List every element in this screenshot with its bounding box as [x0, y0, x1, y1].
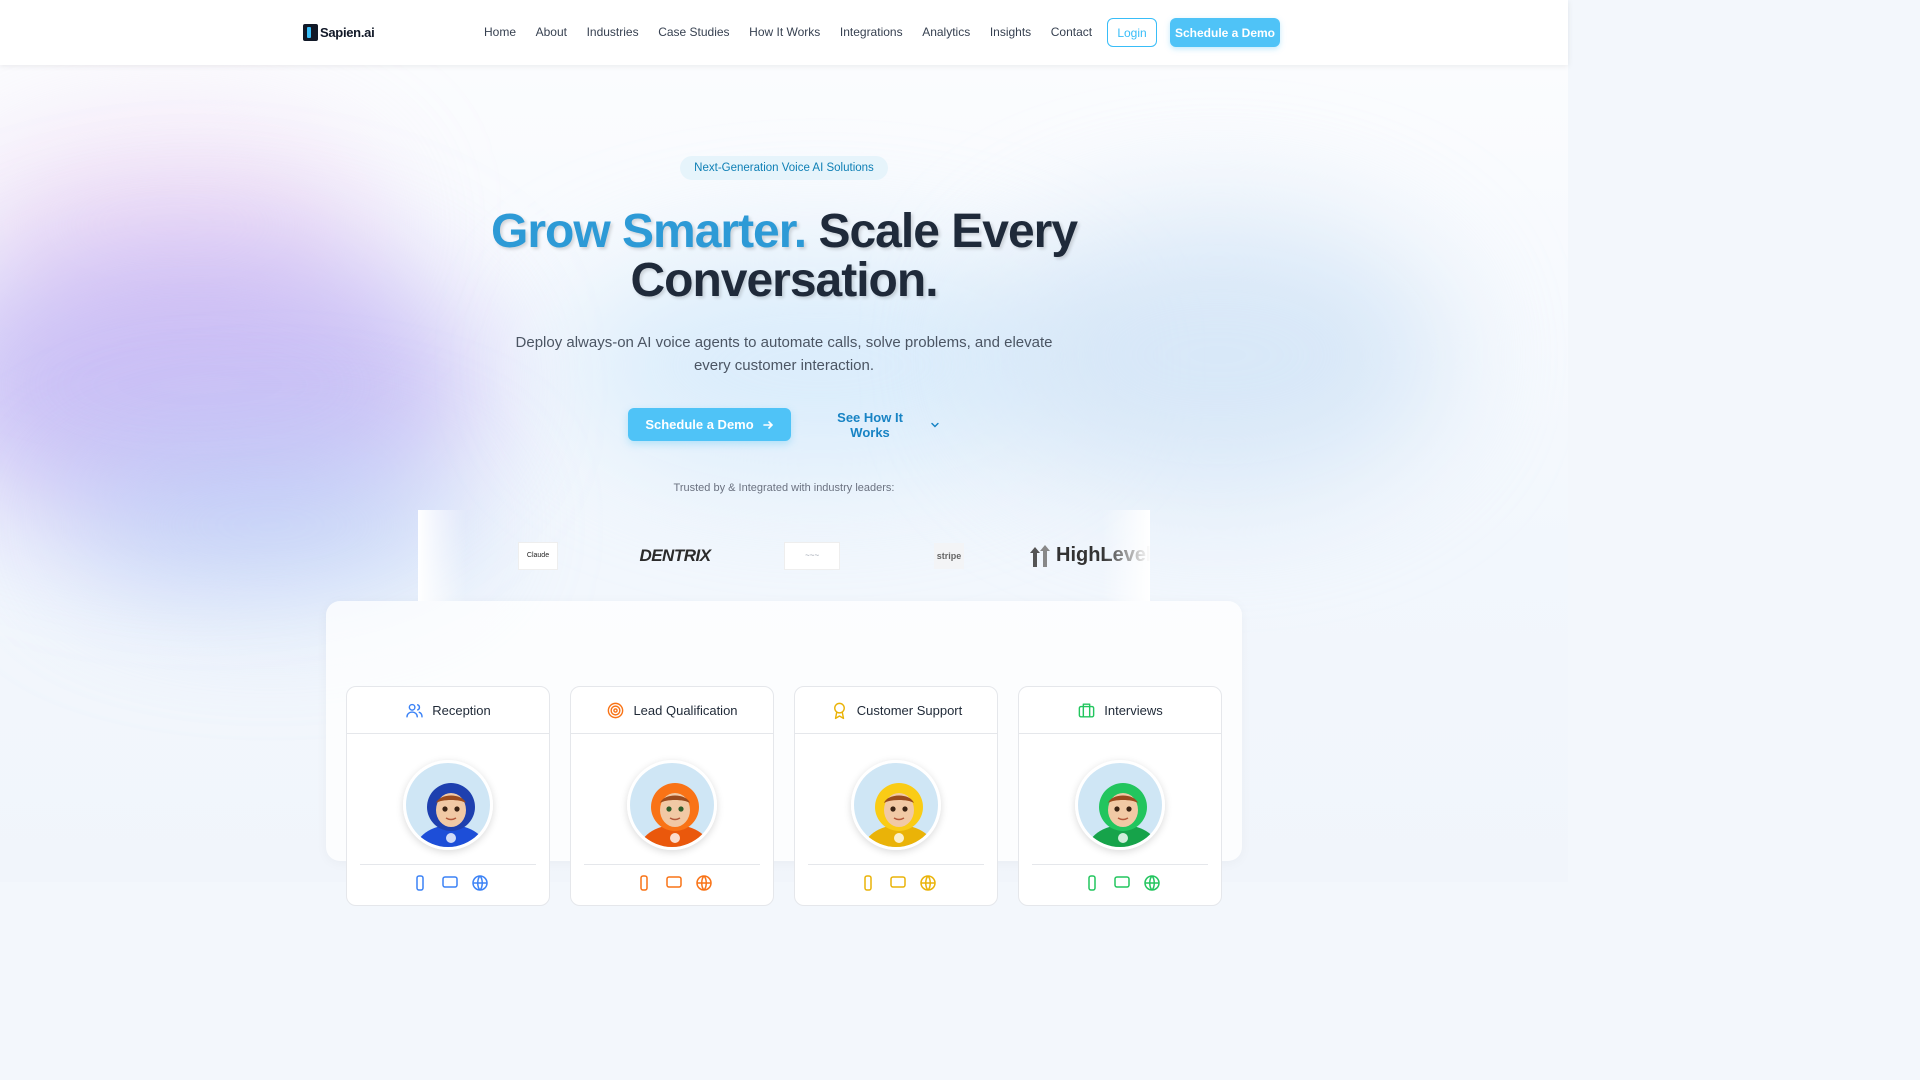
headline-part-2: Conversation. — [630, 254, 938, 307]
use-case-card-lead-qualification[interactable]: Lead Qualification — [570, 686, 774, 906]
card-divider — [360, 864, 536, 865]
claude-logo-text: Claude — [526, 552, 550, 559]
stripe-logo-text: stripe — [936, 550, 962, 561]
card-header: Reception — [347, 687, 549, 734]
main-nav: Home About Industries Case Studies How I… — [484, 25, 1112, 39]
card-divider — [584, 864, 760, 865]
globe-icon — [919, 874, 937, 892]
brand-logo[interactable]: Sapien.ai — [303, 24, 375, 41]
use-case-card-customer-support[interactable]: Customer Support — [794, 686, 998, 906]
headline-part-1: Scale Every — [818, 205, 1078, 258]
hero-badge: Next-Generation Voice AI Solutions — [680, 156, 888, 180]
nav-about[interactable]: About — [536, 25, 567, 39]
nav-home[interactable]: Home — [484, 25, 516, 39]
globe-icon — [471, 874, 489, 892]
target-icon — [608, 702, 624, 718]
card-title: Reception — [432, 702, 491, 718]
channel-icons — [411, 874, 489, 892]
schedule-demo-header-button[interactable]: Schedule a Demo — [1170, 18, 1280, 47]
hero-headline: Grow Smarter. Scale Every Conversation. — [384, 207, 1184, 305]
see-how-it-works-button[interactable]: See How It Works — [816, 408, 940, 441]
chevron-down-icon — [931, 422, 939, 428]
claude-logo: Claude — [518, 510, 558, 601]
agent-avatar — [1075, 760, 1165, 850]
briefcase-icon — [1078, 702, 1095, 718]
nav-case-studies[interactable]: Case Studies — [658, 25, 729, 39]
chat-icon — [889, 874, 907, 892]
arrow-right-icon — [762, 420, 773, 429]
award-icon — [833, 702, 845, 719]
card-title: Interviews — [1104, 702, 1163, 718]
nav-industries[interactable]: Industries — [587, 25, 639, 39]
schedule-demo-label: Schedule a Demo — [645, 417, 754, 432]
channel-icons — [1083, 874, 1161, 892]
nav-insights[interactable]: Insights — [990, 25, 1031, 39]
phone-icon — [1083, 874, 1101, 892]
chat-icon — [665, 874, 683, 892]
card-header: Lead Qualification — [571, 687, 773, 734]
stripe-logo: stripe — [934, 510, 964, 601]
card-title: Customer Support — [856, 702, 963, 718]
channel-icons — [635, 874, 713, 892]
nav-analytics[interactable]: Analytics — [922, 25, 970, 39]
chat-icon — [441, 874, 459, 892]
chat-icon — [1113, 874, 1131, 892]
dentrix-logo: DENTRIX — [639, 545, 711, 565]
headline-accent: Grow Smarter. — [490, 205, 807, 258]
schedule-demo-button[interactable]: Schedule a Demo — [628, 408, 791, 441]
card-header: Interviews — [1019, 687, 1221, 734]
globe-icon — [695, 874, 713, 892]
use-case-card-reception[interactable]: Reception — [346, 686, 550, 906]
card-divider — [808, 864, 984, 865]
partner-logo-carousel: Claude DENTRIX ~~~ stripe HighLevel — [418, 510, 1150, 601]
hero-subhead: Deploy always-on AI voice agents to auto… — [515, 334, 1053, 374]
card-header: Customer Support — [795, 687, 997, 734]
trusted-by-text: Trusted by & Integrated with industry le… — [673, 482, 895, 494]
script-logo: ~~~ — [784, 510, 840, 601]
nav-integrations[interactable]: Integrations — [840, 25, 903, 39]
use-case-card-interviews[interactable]: Interviews — [1018, 686, 1222, 906]
card-title: Lead Qualification — [633, 702, 738, 718]
login-button[interactable]: Login — [1107, 18, 1157, 47]
agent-avatar — [403, 760, 493, 850]
see-how-it-works-label: See How It Works — [837, 409, 903, 440]
card-divider — [1032, 864, 1208, 865]
globe-icon — [1143, 874, 1161, 892]
phone-icon — [411, 874, 429, 892]
agent-avatar — [851, 760, 941, 850]
site-header: Sapien.ai Home About Industries Case Stu… — [0, 0, 1568, 65]
carousel-fade-right — [1102, 510, 1150, 601]
channel-icons — [859, 874, 937, 892]
phone-icon — [859, 874, 877, 892]
highlevel-mark-icon — [1030, 544, 1050, 567]
carousel-fade-left — [418, 510, 466, 601]
agent-avatar — [627, 760, 717, 850]
background-glow — [60, 445, 480, 605]
brand-name: Sapien.ai — [320, 25, 375, 40]
users-icon — [406, 703, 423, 718]
logo-icon — [303, 24, 318, 41]
nav-contact[interactable]: Contact — [1051, 25, 1092, 39]
nav-how-it-works[interactable]: How It Works — [749, 25, 820, 39]
phone-icon — [635, 874, 653, 892]
